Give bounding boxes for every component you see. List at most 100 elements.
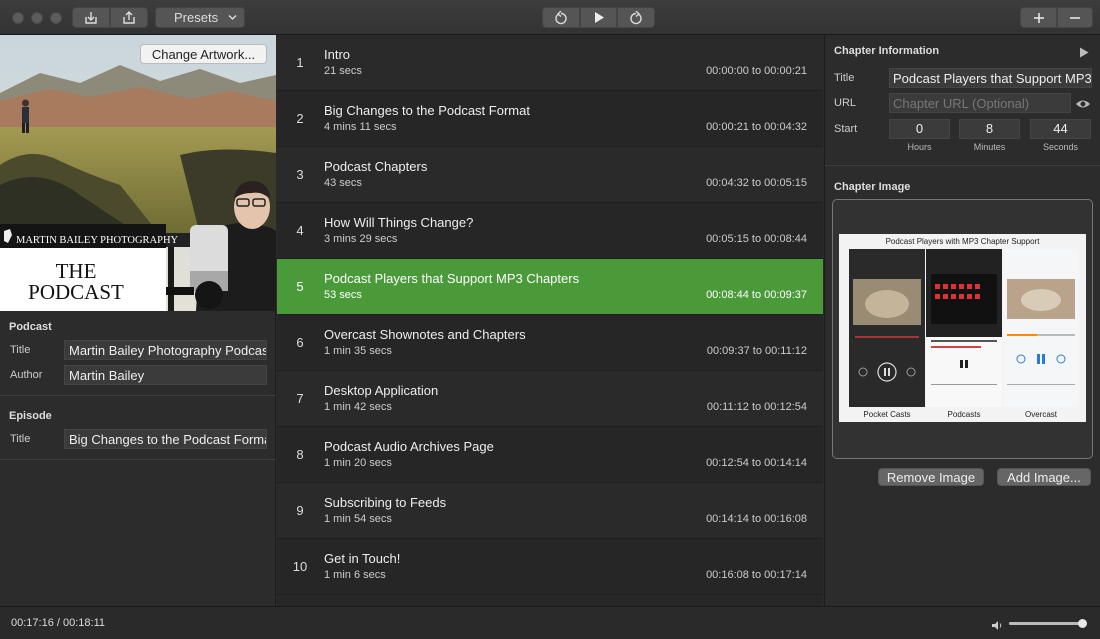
chapter-row[interactable]: 9 Subscribing to Feeds 1 min 54 secs 00:14:…	[277, 483, 823, 539]
artwork-image: MARTIN BAILEY PHOTOGRAPHY THE PODCAST	[0, 35, 276, 311]
chapter-url-field[interactable]: Chapter URL (Optional)	[889, 93, 1071, 113]
podcast-title-field[interactable]: Martin Bailey Photography Podcast	[64, 340, 267, 360]
minimize-window-button[interactable]	[31, 12, 43, 24]
chapter-time-range: 00:04:32 to 00:05:15	[706, 177, 807, 189]
rewind-icon	[554, 10, 568, 25]
divider	[0, 395, 276, 396]
episode-section-title: Episode	[9, 410, 52, 422]
chapter-duration: 1 min 20 secs	[324, 457, 392, 469]
podcast-author-label: Author	[10, 369, 43, 381]
playback-time: 00:17:16 / 00:18:11	[11, 617, 105, 629]
presets-dropdown[interactable]: Presets	[155, 7, 245, 28]
chapter-image-section-title: Chapter Image	[834, 181, 911, 193]
chapter-row[interactable]: 2 Big Changes to the Podcast Format 4 mins…	[277, 91, 823, 147]
minus-icon	[1069, 12, 1081, 24]
forward-button[interactable]	[617, 7, 655, 28]
play-button[interactable]	[580, 7, 617, 28]
chapter-duration: 21 secs	[324, 65, 362, 77]
chapter-duration: 1 min 6 secs	[324, 569, 386, 581]
volume-icon[interactable]	[991, 618, 1004, 636]
rewind-button[interactable]	[542, 7, 580, 28]
start-minutes-field[interactable]: 8	[959, 119, 1020, 139]
chapter-number: 2	[296, 111, 304, 126]
podcast-info-panel: MARTIN BAILEY PHOTOGRAPHY THE PODCAST Ch…	[0, 35, 276, 606]
chapter-url-label: URL	[834, 97, 857, 109]
chapter-title: Subscribing to Feeds	[324, 495, 447, 510]
chapter-time-range: 00:00:00 to 00:00:21	[706, 65, 807, 77]
play-icon	[593, 11, 605, 24]
chapter-number: 1	[296, 55, 304, 70]
playback-bar: 00:17:16 / 00:18:11	[0, 606, 1100, 639]
chapter-row[interactable]: 8 Podcast Audio Archives Page 1 min 20 sec…	[277, 427, 823, 483]
pocket-casts-caption: Pocket Casts	[863, 410, 910, 419]
forward-icon	[629, 10, 643, 25]
chapter-image-well[interactable]: Podcast Players with MP3 Chapter Support	[832, 199, 1093, 459]
add-image-button[interactable]: Add Image...	[997, 468, 1091, 486]
chapter-duration: 1 min 35 secs	[324, 345, 392, 357]
chapter-time-range: 00:09:37 to 00:11:12	[706, 345, 807, 357]
chapter-duration: 1 min 54 secs	[324, 513, 392, 525]
chapter-time-range: 00:11:12 to 00:12:54	[706, 401, 807, 413]
chapter-row[interactable]: 3 Podcast Chapters 43 secs 00:04:32 to 00:0…	[277, 147, 823, 203]
chapter-row[interactable]: 10 Get in Touch! 1 min 6 secs 00:16:08 to 0…	[277, 539, 823, 595]
chapter-image: Podcast Players with MP3 Chapter Support	[839, 234, 1086, 422]
chapter-number: 10	[292, 559, 308, 574]
chapter-title: Podcast Chapters	[324, 159, 428, 174]
chevron-down-icon	[228, 14, 237, 21]
play-chapter-icon[interactable]	[1079, 45, 1089, 63]
chapter-image-card-title: Podcast Players with MP3 Chapter Support	[886, 237, 1041, 246]
podcasts-caption: Podcasts	[948, 410, 981, 419]
chapter-title-field[interactable]: Podcast Players that Support MP3 Chapter…	[889, 68, 1092, 88]
chapter-row[interactable]: 4 How Will Things Change? 3 mins 29 secs 00…	[277, 203, 823, 259]
divider	[0, 459, 276, 460]
chapter-time-range: 00:05:15 to 00:08:44	[706, 233, 807, 245]
episode-title-field[interactable]: Big Changes to the Podcast Format	[64, 429, 267, 449]
chapter-title: Get in Touch!	[324, 551, 401, 566]
import-button[interactable]	[72, 7, 110, 28]
import-icon	[83, 11, 99, 25]
chapter-title-label: Title	[834, 72, 855, 84]
chapter-detail-panel: Chapter Information Title Podcast Player…	[824, 35, 1100, 606]
export-button[interactable]	[110, 7, 148, 28]
close-window-button[interactable]	[12, 12, 24, 24]
plus-icon	[1033, 12, 1045, 24]
chapter-title: Podcast Audio Archives Page	[324, 439, 494, 454]
chapter-time-range: 00:00:21 to 00:04:32	[706, 121, 807, 133]
chapter-duration: 3 mins 29 secs	[324, 233, 398, 245]
chapter-info-section-title: Chapter Information	[834, 45, 940, 57]
export-icon	[121, 10, 137, 25]
chapter-title: Big Changes to the Podcast Format	[324, 103, 530, 118]
volume-slider-knob[interactable]	[1077, 619, 1087, 628]
zoom-window-button[interactable]	[50, 12, 62, 24]
chapter-duration: 1 min 42 secs	[324, 401, 392, 413]
volume-slider-fill	[1009, 622, 1083, 625]
change-artwork-button[interactable]: Change Artwork...	[140, 44, 267, 64]
chapter-start-label: Start	[834, 123, 858, 135]
add-chapter-button[interactable]	[1020, 7, 1057, 28]
chapter-time-range: 00:16:08 to 00:17:14	[706, 569, 807, 581]
remove-image-button[interactable]: Remove Image	[878, 468, 984, 486]
chapter-row[interactable]: 7 Desktop Application 1 min 42 secs 00:11:1…	[277, 371, 823, 427]
volume-slider[interactable]	[1009, 619, 1087, 628]
eye-icon[interactable]	[1075, 97, 1091, 115]
chapter-title: Podcast Players that Support MP3 Chapter…	[324, 271, 580, 286]
chapter-duration: 43 secs	[324, 177, 362, 189]
start-seconds-field[interactable]: 44	[1030, 119, 1091, 139]
overcast-caption: Overcast	[1025, 410, 1058, 419]
chapter-duration: 4 mins 11 secs	[324, 121, 397, 133]
chapter-row[interactable]: 6 Overcast Shownotes and Chapters 1 min 35…	[277, 315, 823, 371]
episode-title-label: Title	[10, 433, 31, 445]
chapter-title: How Will Things Change?	[324, 215, 474, 230]
hours-caption: Hours	[907, 142, 932, 152]
chapter-row[interactable]: 1 Intro 21 secs 00:00:00 to 00:00:21	[277, 35, 823, 91]
podcast-title-label: Title	[10, 344, 31, 356]
minutes-caption: Minutes	[973, 142, 1006, 152]
chapter-row[interactable]: 5 Podcast Players that Support MP3 Chapte…	[277, 259, 823, 315]
chapter-number: 3	[296, 167, 304, 182]
artwork-brand-text: MARTIN BAILEY PHOTOGRAPHY	[16, 235, 179, 246]
start-hours-field[interactable]: 0	[889, 119, 950, 139]
chapter-duration: 53 secs	[324, 289, 362, 301]
artwork-title-line2: PODCAST	[28, 280, 124, 304]
podcast-author-field[interactable]: Martin Bailey	[64, 365, 267, 385]
remove-chapter-button[interactable]	[1057, 7, 1093, 28]
